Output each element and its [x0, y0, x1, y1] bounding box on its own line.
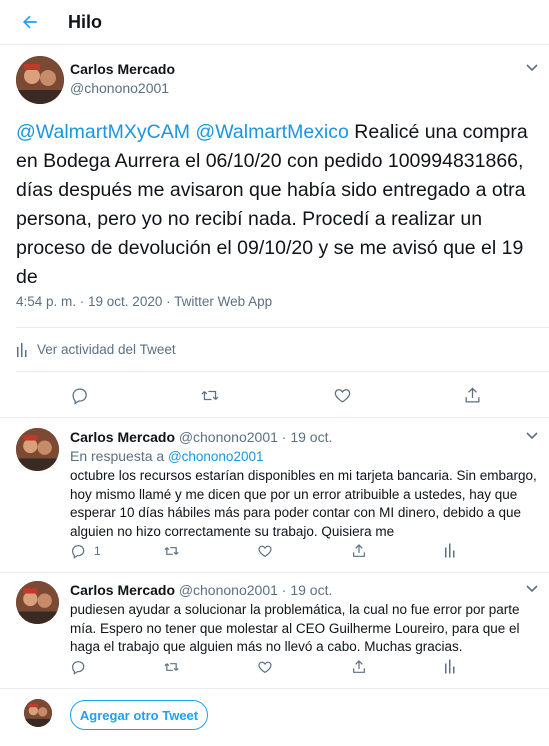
- reply-header: Carlos Mercado @chonono2001 · 19 oct.: [70, 429, 332, 445]
- add-tweet-button[interactable]: Agregar otro Tweet: [70, 700, 208, 730]
- author-handle-date[interactable]: @chonono2001 · 19 oct.: [179, 429, 333, 445]
- retweet-button[interactable]: [163, 659, 180, 675]
- reply-prefix: En respuesta a: [70, 448, 165, 464]
- avatar[interactable]: [16, 428, 59, 471]
- activity-label: Ver actividad del Tweet: [37, 342, 176, 357]
- mention-link[interactable]: @WalmartMXyCAM: [16, 121, 190, 143]
- share-button[interactable]: [463, 386, 482, 405]
- tweet-body: Realicé una compra en Bodega Aurrera el …: [16, 121, 528, 288]
- retweet-button[interactable]: [163, 543, 180, 559]
- reply-button[interactable]: [70, 386, 89, 405]
- share-button[interactable]: [351, 659, 367, 675]
- author-name[interactable]: Carlos Mercado: [70, 582, 175, 598]
- tweet-activity-button[interactable]: [444, 659, 456, 674]
- divider: [16, 371, 549, 372]
- reply-text: pudiesen ayudar a solucionar la problemá…: [70, 602, 520, 654]
- activity-bars-icon: [445, 543, 455, 558]
- chevron-down-icon: [526, 64, 538, 72]
- back-button[interactable]: [18, 10, 42, 34]
- tweet-menu-button[interactable]: [525, 431, 539, 441]
- author-name[interactable]: Carlos Mercado: [70, 429, 175, 445]
- mention-link[interactable]: @WalmartMexico: [195, 121, 348, 143]
- retweet-icon: [201, 390, 219, 401]
- like-button[interactable]: [333, 386, 352, 405]
- reply-button[interactable]: 1: [70, 543, 101, 559]
- reply-to-link[interactable]: @chonono2001: [168, 449, 264, 464]
- chevron-down-icon: [526, 432, 538, 440]
- reply-icon: [72, 545, 85, 559]
- page-title: Hilo: [68, 12, 102, 32]
- divider: [0, 572, 549, 573]
- share-icon: [353, 544, 365, 557]
- avatar[interactable]: [16, 56, 64, 104]
- retweet-button[interactable]: [200, 386, 220, 405]
- like-icon: [258, 545, 272, 558]
- tweet-activity-link[interactable]: Ver actividad del Tweet: [16, 342, 176, 357]
- reply-text: octubre los recursos estarían disponible…: [70, 468, 537, 539]
- reply-count: 1: [94, 544, 101, 558]
- share-icon: [465, 387, 480, 403]
- divider: [0, 417, 549, 418]
- author-name[interactable]: Carlos Mercado: [70, 61, 175, 77]
- back-arrow-icon: [23, 15, 37, 29]
- chevron-down-icon: [526, 585, 538, 593]
- tweet-menu-button[interactable]: [525, 63, 539, 73]
- share-button[interactable]: [351, 543, 367, 559]
- like-icon: [334, 389, 351, 403]
- tweet-text: @WalmartMXyCAM @WalmartMexico Realicé un…: [16, 118, 546, 292]
- tweet-activity-button[interactable]: [444, 543, 456, 558]
- reply-icon: [72, 661, 85, 675]
- like-button[interactable]: [257, 659, 273, 675]
- like-icon: [258, 661, 272, 674]
- author-handle-date[interactable]: @chonono2001 · 19 oct.: [179, 582, 333, 598]
- reply-button[interactable]: [70, 659, 86, 675]
- like-button[interactable]: [257, 543, 273, 559]
- tweet-menu-button[interactable]: [525, 584, 539, 594]
- reply-header: Carlos Mercado @chonono2001 · 19 oct.: [70, 582, 332, 598]
- divider: [16, 327, 549, 328]
- retweet-icon: [164, 663, 179, 671]
- share-icon: [353, 660, 365, 673]
- tweet-meta[interactable]: 4:54 p. m. · 19 oct. 2020 · Twitter Web …: [16, 294, 272, 309]
- thread-header: Hilo: [0, 0, 549, 45]
- avatar: [24, 699, 52, 727]
- avatar[interactable]: [16, 581, 59, 624]
- activity-bars-icon: [445, 659, 455, 674]
- author-handle[interactable]: @chonono2001: [70, 80, 169, 96]
- divider: [0, 688, 549, 689]
- activity-bars-icon: [17, 342, 27, 357]
- reply-context: En respuesta a @chonono2001: [70, 448, 263, 464]
- retweet-icon: [164, 547, 179, 555]
- reply-icon: [72, 388, 87, 405]
